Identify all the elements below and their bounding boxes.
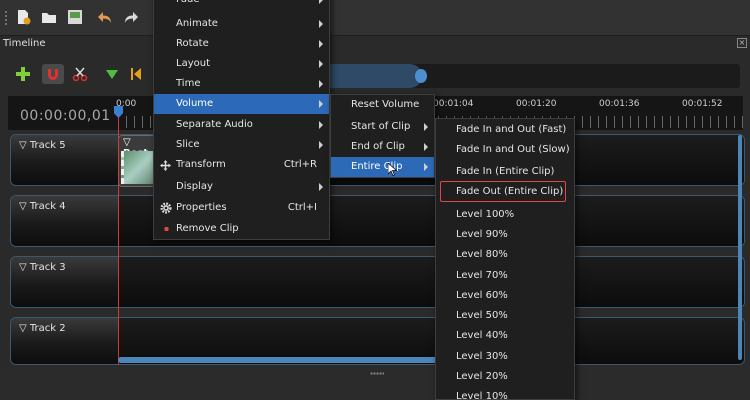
track-header[interactable]: ▽ Track 2: [11, 318, 118, 364]
playhead-line[interactable]: [118, 110, 119, 365]
submenu-arrow-icon: [424, 143, 428, 151]
submenu-arrow-icon: [319, 183, 323, 191]
track-name: ▽ Track 5: [19, 140, 66, 151]
track-row[interactable]: ▽ Track 4: [10, 195, 745, 247]
track-lane[interactable]: [118, 257, 744, 307]
timeline-zoom-handle[interactable]: [415, 69, 427, 83]
menu-item-volume[interactable]: Volume: [154, 94, 329, 114]
submenu-arrow-icon: [424, 163, 428, 171]
track-header[interactable]: ▽ Track 3: [11, 257, 118, 307]
remove-icon: [164, 227, 169, 231]
track-name-label: Track 5: [29, 140, 66, 151]
ruler-label: 00:01:20: [516, 99, 557, 109]
main-toolbar: [0, 0, 750, 36]
menu-item-fade-in-out-slow[interactable]: Fade In and Out (Slow): [436, 140, 574, 160]
menu-item-level-70[interactable]: Level 70%: [436, 266, 574, 286]
vertical-scrollbar[interactable]: [738, 135, 742, 360]
splitter-handle[interactable]: [370, 372, 384, 375]
submenu-arrow-icon: [424, 123, 428, 131]
submenu-arrow-icon: [319, 40, 323, 48]
ruler-label: 00:01:52: [682, 99, 723, 109]
volume-submenu: Reset Volume Start of Clip End of Clip E…: [330, 94, 435, 178]
mouse-cursor-icon: [388, 163, 397, 176]
menu-item-level-20[interactable]: Level 20%: [436, 367, 574, 387]
track-row[interactable]: ▽ Track 3: [10, 256, 745, 308]
video-clip[interactable]: ▽ Best: [118, 135, 158, 187]
track-name-label: Track 3: [29, 262, 66, 273]
menu-item-reset-volume[interactable]: Reset Volume: [331, 95, 434, 115]
track-header[interactable]: ▽ Track 5: [11, 135, 118, 185]
menu-item-fade[interactable]: Fade: [154, 0, 329, 10]
submenu-arrow-icon: [319, 60, 323, 68]
menu-item-layout[interactable]: Layout: [154, 54, 329, 74]
selection-highlight-box: [440, 181, 566, 202]
track-name-label: Track 4: [29, 201, 66, 212]
menu-item-entire-clip[interactable]: Entire Clip: [331, 157, 434, 177]
close-icon[interactable]: ×: [737, 38, 747, 48]
submenu-arrow-icon: [319, 141, 323, 149]
menu-item-level-10[interactable]: Level 10%: [436, 387, 574, 400]
menu-item-level-60[interactable]: Level 60%: [436, 286, 574, 306]
entire-clip-submenu: Fade In and Out (Fast) Fade In and Out (…: [435, 118, 575, 400]
submenu-arrow-icon: [319, 0, 323, 4]
menu-item-separate-audio[interactable]: Separate Audio: [154, 115, 329, 135]
menu-item-fade-in-entire[interactable]: Fade In (Entire Clip): [436, 162, 574, 182]
menu-item-start-of-clip[interactable]: Start of Clip: [331, 117, 434, 137]
open-project-icon[interactable]: [40, 8, 58, 26]
menu-item-remove-clip[interactable]: Remove Clip: [154, 219, 329, 239]
menu-item-display[interactable]: Display: [154, 177, 329, 197]
menu-item-level-80[interactable]: Level 80%: [436, 245, 574, 265]
save-project-icon[interactable]: [66, 8, 84, 26]
snap-magnet-icon[interactable]: [42, 64, 64, 84]
move-icon: [160, 160, 171, 171]
submenu-arrow-icon: [319, 20, 323, 28]
new-project-icon[interactable]: [14, 8, 32, 26]
ruler-label: 00:01:36: [599, 99, 640, 109]
menu-item-level-100[interactable]: Level 100%: [436, 205, 574, 225]
track-name-label: Track 2: [29, 323, 66, 334]
redo-icon[interactable]: [122, 8, 140, 26]
gear-icon: [160, 202, 172, 214]
ruler-label: 00:01:04: [433, 99, 474, 109]
menu-item-time[interactable]: Time: [154, 74, 329, 94]
menu-item-slice[interactable]: Slice: [154, 135, 329, 155]
undo-icon[interactable]: [96, 8, 114, 26]
track-header[interactable]: ▽ Track 4: [11, 196, 118, 246]
menu-item-end-of-clip[interactable]: End of Clip: [331, 137, 434, 157]
menu-item-rotate[interactable]: Rotate: [154, 34, 329, 54]
add-track-icon[interactable]: [15, 66, 31, 82]
razor-icon[interactable]: [72, 66, 88, 82]
submenu-arrow-icon: [319, 121, 323, 129]
menu-item-fade-in-out-fast[interactable]: Fade In and Out (Fast): [436, 120, 574, 140]
clip-thumbnail: [121, 151, 155, 184]
submenu-arrow-icon: [319, 80, 323, 88]
submenu-arrow-icon: [319, 100, 323, 108]
toolbar-grip[interactable]: [4, 10, 8, 26]
menu-item-properties[interactable]: Properties Ctrl+I: [154, 198, 329, 218]
add-marker-icon[interactable]: [104, 66, 120, 82]
timeline-title: Timeline: [3, 38, 46, 49]
previous-marker-icon[interactable]: [128, 66, 144, 82]
menu-item-level-50[interactable]: Level 50%: [436, 306, 574, 326]
track-name: ▽ Track 3: [19, 262, 66, 273]
current-timecode: 00:00:00,01: [20, 108, 111, 124]
clip-context-menu: Fade Animate Rotate Layout Time Volume S…: [153, 0, 330, 240]
menu-item-animate[interactable]: Animate: [154, 14, 329, 34]
horizontal-scrollbar[interactable]: [118, 357, 440, 363]
track-name: ▽ Track 2: [19, 323, 66, 334]
menu-item-level-30[interactable]: Level 30%: [436, 347, 574, 367]
menu-item-level-40[interactable]: Level 40%: [436, 326, 574, 346]
menu-item-level-90[interactable]: Level 90%: [436, 225, 574, 245]
track-name: ▽ Track 4: [19, 201, 66, 212]
menu-item-transform[interactable]: Transform Ctrl+R: [154, 155, 329, 175]
